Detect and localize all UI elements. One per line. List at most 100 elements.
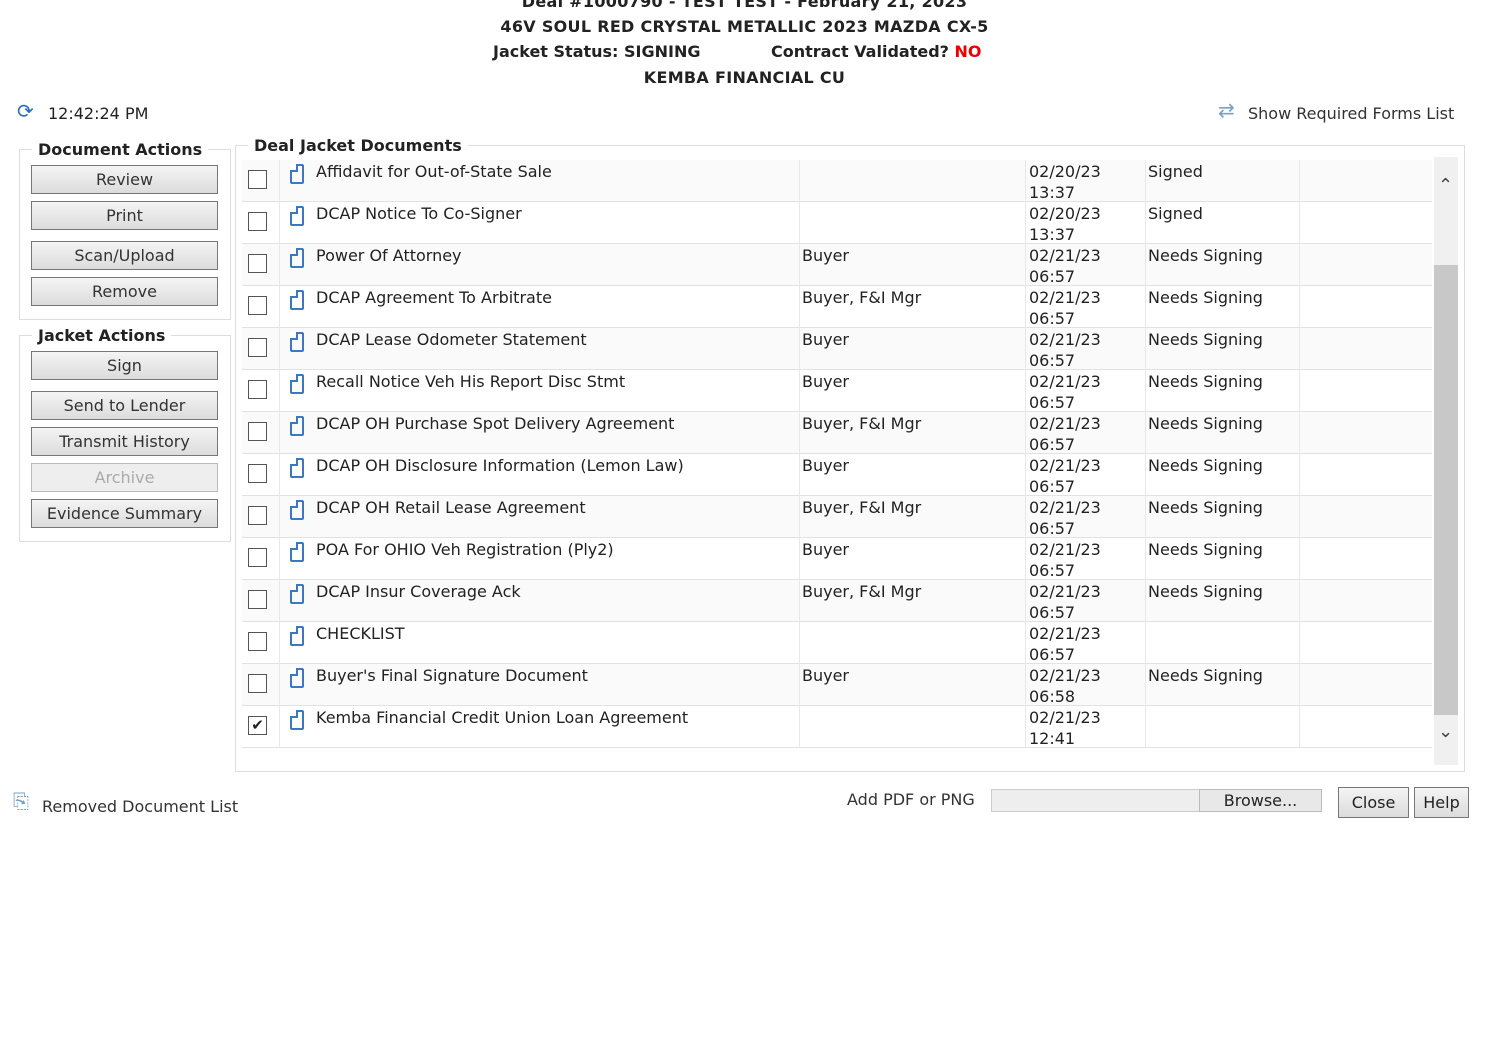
show-required-forms-link[interactable]: Show Required Forms List (1248, 104, 1454, 123)
sign-button[interactable]: Sign (31, 351, 218, 380)
document-name[interactable]: CHECKLIST (314, 622, 800, 664)
row-checkbox[interactable] (248, 380, 267, 399)
row-checkbox[interactable] (248, 170, 267, 189)
status: Needs Signing (1146, 496, 1300, 538)
scrollbar[interactable]: ⌃ ⌃ (1434, 157, 1458, 765)
table-row[interactable]: POA For OHIO Veh Registration (Ply2) Buy… (242, 538, 1432, 580)
time: 06:57 (1029, 393, 1076, 412)
print-button[interactable]: Print (31, 201, 218, 230)
row-checkbox[interactable] (248, 548, 267, 567)
row-checkbox[interactable] (248, 590, 267, 609)
document-name[interactable]: DCAP Lease Odometer Statement (314, 328, 800, 370)
select-cell (242, 160, 280, 202)
remove-button[interactable]: Remove (31, 277, 218, 306)
removed-document-list-link[interactable]: Removed Document List (42, 797, 238, 816)
table-row[interactable]: DCAP Notice To Co-Signer 02/20/23 13:37 S… (242, 202, 1432, 244)
row-checkbox[interactable] (248, 254, 267, 273)
row-checkbox[interactable] (248, 464, 267, 483)
table-row[interactable]: Power Of Attorney Buyer 02/21/23 06:57 Ne… (242, 244, 1432, 286)
send-to-lender-button[interactable]: Send to Lender (31, 391, 218, 420)
row-checkbox[interactable] (248, 632, 267, 651)
status: Needs Signing (1146, 370, 1300, 412)
table-row[interactable]: CHECKLIST 02/21/23 06:57 (242, 622, 1432, 664)
date-cell: 02/21/23 06:57 (1026, 622, 1146, 664)
row-checkbox[interactable] (248, 674, 267, 693)
document-name[interactable]: DCAP OH Retail Lease Agreement (314, 496, 800, 538)
document-icon[interactable] (290, 332, 304, 352)
document-name[interactable]: DCAP Insur Coverage Ack (314, 580, 800, 622)
document-icon[interactable] (290, 500, 304, 520)
document-icon[interactable] (290, 416, 304, 436)
upload-file-field[interactable] (991, 789, 1201, 812)
table-row[interactable]: DCAP OH Disclosure Information (Lemon La… (242, 454, 1432, 496)
row-checkbox[interactable]: ✔ (248, 716, 267, 735)
deal-title: Deal #1000790 - TEST TEST - February 21,… (521, 0, 968, 11)
forms-list-icon[interactable]: ⇄ (1218, 98, 1235, 122)
extra-cell (1300, 622, 1432, 664)
document-icon[interactable] (290, 374, 304, 394)
document-icon[interactable] (290, 290, 304, 310)
table-row[interactable]: DCAP Insur Coverage Ack Buyer, F&I Mgr 0… (242, 580, 1432, 622)
document-name[interactable]: Kemba Financial Credit Union Loan Agreem… (314, 706, 800, 748)
status: Needs Signing (1146, 328, 1300, 370)
contract-validated: Contract Validated? NO (771, 42, 982, 61)
doc-icon-cell (280, 286, 314, 328)
help-button[interactable]: Help (1414, 787, 1469, 818)
document-name[interactable]: DCAP Notice To Co-Signer (314, 202, 800, 244)
document-icon[interactable] (290, 584, 304, 604)
table-row[interactable]: DCAP Agreement To Arbitrate Buyer, F&I M… (242, 286, 1432, 328)
document-name[interactable]: Power Of Attorney (314, 244, 800, 286)
row-checkbox[interactable] (248, 338, 267, 357)
table-row[interactable]: DCAP Lease Odometer Statement Buyer 02/2… (242, 328, 1432, 370)
document-icon[interactable] (290, 542, 304, 562)
document-icon[interactable] (290, 710, 304, 730)
document-icon[interactable] (290, 458, 304, 478)
time: 06:57 (1029, 351, 1076, 370)
document-name[interactable]: Recall Notice Veh His Report Disc Stmt (314, 370, 800, 412)
date-cell: 02/21/23 12:41 (1026, 706, 1146, 748)
signers: Buyer (800, 328, 1026, 370)
document-name[interactable]: Affidavit for Out-of-State Sale (314, 160, 800, 202)
review-button[interactable]: Review (31, 165, 218, 194)
status: Signed (1146, 160, 1300, 202)
transmit-history-button[interactable]: Transmit History (31, 427, 218, 456)
scroll-down-icon[interactable]: ⌃ (1438, 719, 1453, 740)
date: 02/21/23 (1029, 414, 1101, 433)
scroll-up-icon[interactable]: ⌃ (1438, 175, 1453, 196)
document-name[interactable]: POA For OHIO Veh Registration (Ply2) (314, 538, 800, 580)
table-row[interactable]: ✔ Kemba Financial Credit Union Loan Agre… (242, 706, 1432, 748)
document-icon[interactable] (290, 668, 304, 688)
scan-upload-button[interactable]: Scan/Upload (31, 241, 218, 270)
row-checkbox[interactable] (248, 296, 267, 315)
document-name[interactable]: Buyer's Final Signature Document (314, 664, 800, 706)
extra-cell (1300, 370, 1432, 412)
date: 02/21/23 (1029, 540, 1101, 559)
table-row[interactable]: Affidavit for Out-of-State Sale 02/20/23… (242, 160, 1432, 202)
document-icon[interactable] (290, 626, 304, 646)
table-row[interactable]: Recall Notice Veh His Report Disc Stmt B… (242, 370, 1432, 412)
table-row[interactable]: Buyer's Final Signature Document Buyer 0… (242, 664, 1432, 706)
time: 06:57 (1029, 561, 1076, 580)
removed-list-icon[interactable]: ⎘ (13, 789, 29, 813)
refresh-icon[interactable]: ⟳ (17, 99, 34, 123)
row-checkbox[interactable] (248, 422, 267, 441)
extra-cell (1300, 202, 1432, 244)
document-icon[interactable] (290, 248, 304, 268)
browse-button[interactable]: Browse... (1199, 789, 1322, 812)
document-name[interactable]: DCAP OH Purchase Spot Delivery Agreement (314, 412, 800, 454)
scrollbar-thumb[interactable] (1434, 265, 1458, 715)
extra-cell (1300, 664, 1432, 706)
document-name[interactable]: DCAP Agreement To Arbitrate (314, 286, 800, 328)
evidence-summary-button[interactable]: Evidence Summary (31, 499, 218, 528)
close-button[interactable]: Close (1338, 787, 1409, 818)
table-row[interactable]: DCAP OH Purchase Spot Delivery Agreement… (242, 412, 1432, 454)
document-icon[interactable] (290, 164, 304, 184)
signers: Buyer (800, 538, 1026, 580)
row-checkbox[interactable] (248, 212, 267, 231)
row-checkbox[interactable] (248, 506, 267, 525)
status: Needs Signing (1146, 538, 1300, 580)
document-name[interactable]: DCAP OH Disclosure Information (Lemon La… (314, 454, 800, 496)
document-icon[interactable] (290, 206, 304, 226)
extra-cell (1300, 412, 1432, 454)
table-row[interactable]: DCAP OH Retail Lease Agreement Buyer, F&… (242, 496, 1432, 538)
